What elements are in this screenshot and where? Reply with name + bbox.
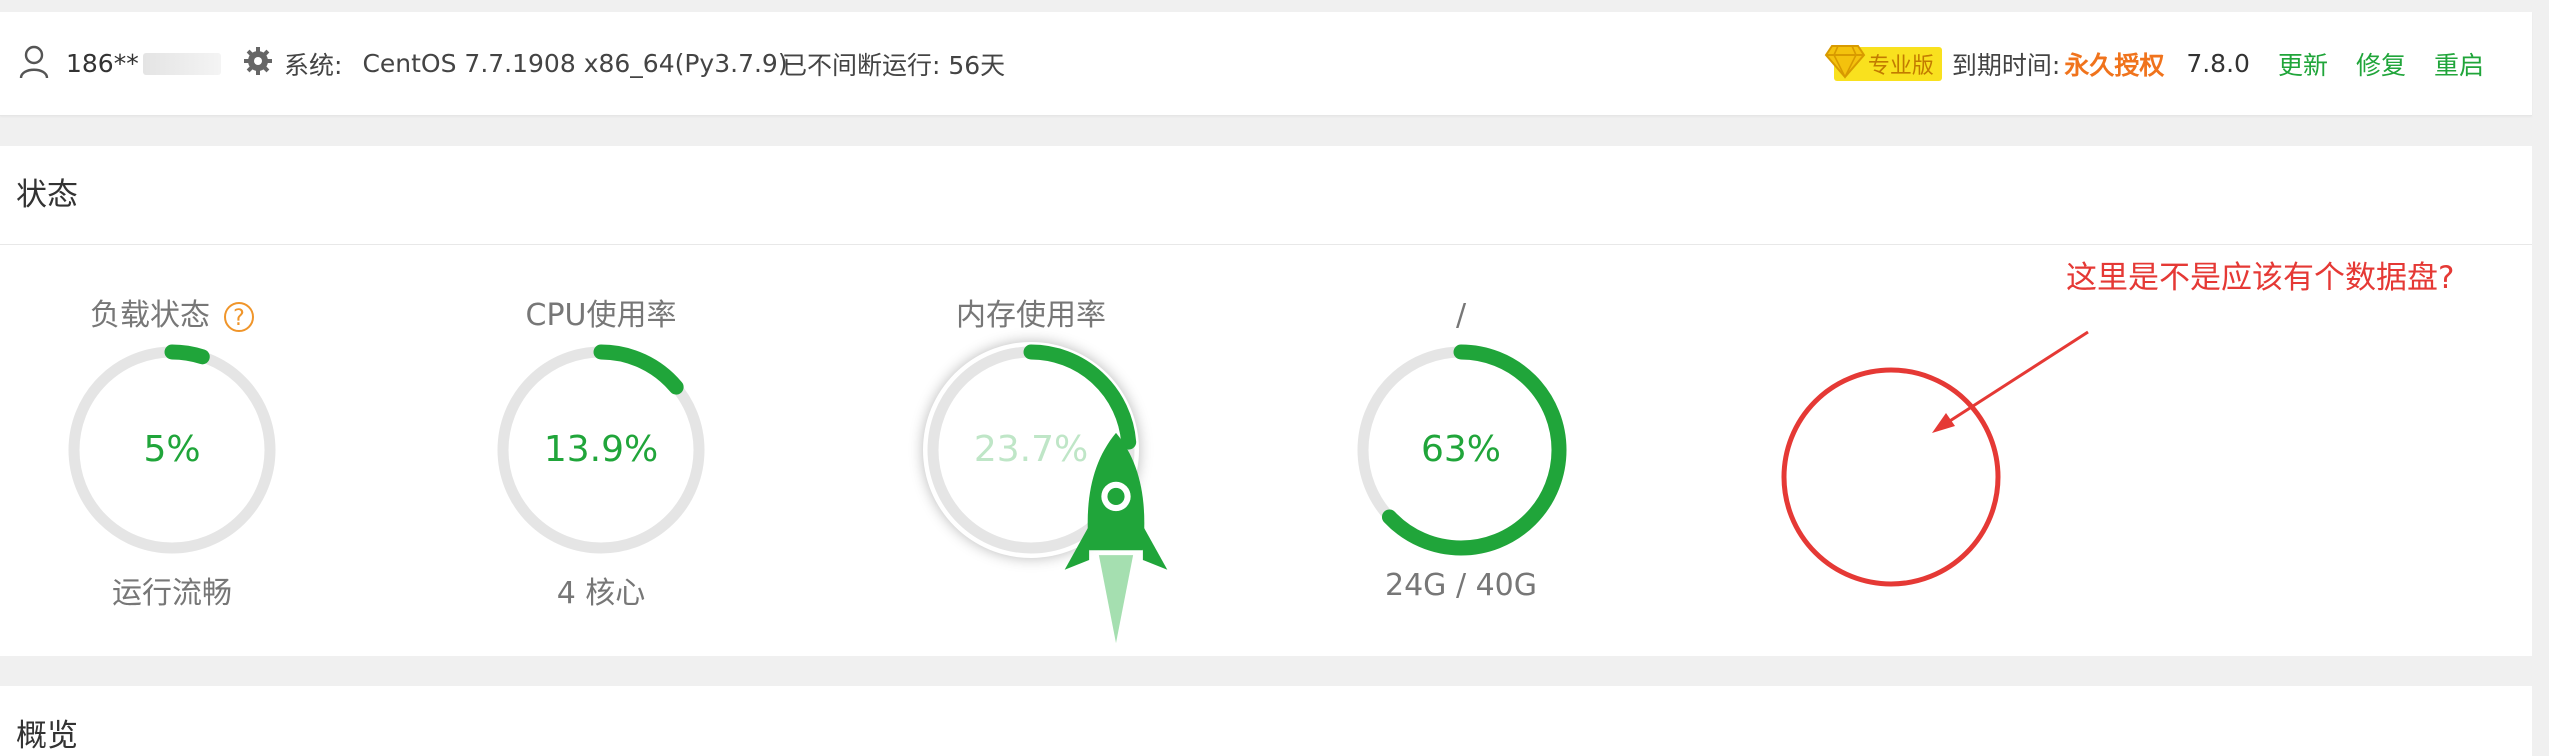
overview-title: 概览 (16, 718, 78, 754)
user-icon (18, 45, 50, 83)
license-area: 专业版 到期时间: 永久授权 7.8.0 更新 修复 重启 (1824, 12, 2484, 115)
gauge-title: CPU使用率 (525, 298, 677, 333)
gauge-title: 负载状态 (90, 298, 210, 333)
help-icon[interactable]: ? (224, 301, 254, 332)
version: 7.8.0 (2186, 49, 2250, 78)
gauge-value: 5% (143, 429, 201, 470)
repair-link[interactable]: 修复 (2356, 46, 2406, 82)
system-label: 系统: (284, 50, 343, 80)
divider (0, 244, 2532, 245)
status-title: 状态 (16, 177, 78, 213)
diamond-icon (1824, 42, 1868, 86)
status-panel: 状态 负载状态? 5% 运行流畅 CPU使用率 13.9% 4 核心 内存使用率… (0, 146, 2532, 656)
expire-value: 永久授权 (2064, 50, 2165, 80)
gauge-ring: 63% (1351, 340, 1571, 560)
username: 186** (66, 49, 139, 78)
gauge-ring: 13.9% (491, 340, 711, 560)
rocket-icon[interactable] (1006, 428, 1168, 644)
user-info[interactable]: 186** (18, 12, 221, 115)
gauge-disk[interactable]: / 63% 24G / 40G (1346, 292, 1576, 603)
system-info: 系统: CentOS 7.7.1908 x86_64(Py3.7.9) (242, 12, 788, 115)
gauge-cpu[interactable]: CPU使用率 13.9% 4 核心 (486, 292, 716, 612)
gauge-title: 内存使用率 (956, 298, 1106, 333)
gauge-memory[interactable]: 内存使用率 23.7% (916, 292, 1168, 644)
gauge-footer: 4 核心 (556, 576, 646, 611)
annotation-text: 这里是不是应该有个数据盘? (2066, 260, 2455, 296)
restart-link[interactable]: 重启 (2434, 46, 2484, 82)
gear-icon (242, 45, 284, 83)
gauge-value: 13.9% (543, 429, 659, 470)
gauge-footer: 运行流畅 (112, 576, 232, 611)
pro-badge[interactable]: 专业版 (1824, 44, 1942, 81)
uptime: 已不间断运行: 56天 (782, 50, 1006, 80)
gauge-footer: 24G / 40G (1384, 568, 1538, 603)
update-link[interactable]: 更新 (2278, 46, 2328, 82)
pro-label: 专业版 (1867, 53, 1934, 79)
gauge-title: / (1455, 298, 1467, 333)
username-mask (142, 52, 221, 75)
gauge-value: 63% (1420, 429, 1501, 470)
top-bar: 186** 系统: CentOS 7.7.1908 x86_64(Py3.7.9… (0, 12, 2532, 116)
gauge-load[interactable]: 负载状态? 5% 运行流畅 (57, 292, 287, 612)
system-value: CentOS 7.7.1908 x86_64(Py3.7.9) (362, 49, 788, 78)
gauge-ring: 5% (62, 340, 282, 560)
expire-label: 到期时间: (1951, 50, 2061, 80)
gauge-ring: 23.7% (921, 340, 1168, 644)
